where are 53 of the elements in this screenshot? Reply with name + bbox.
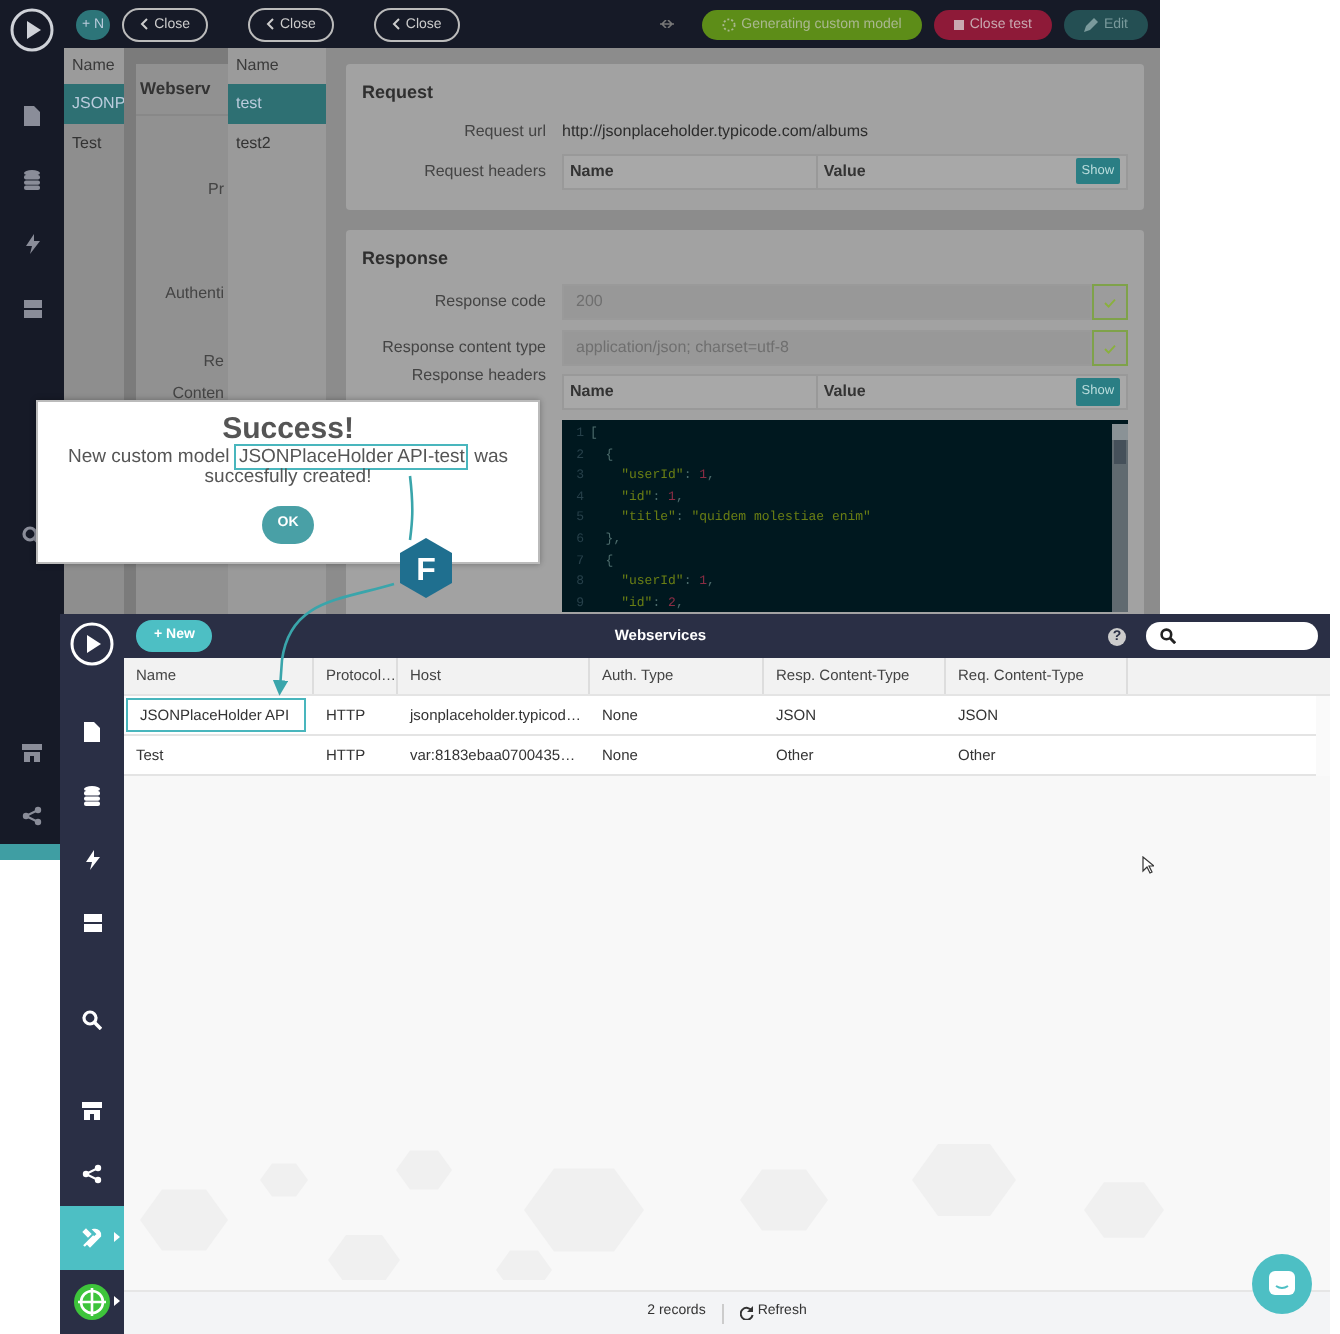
column-header: Value — [821, 380, 868, 404]
column-header: Name — [64, 48, 124, 84]
chevron-left-icon — [266, 18, 274, 30]
server-icon[interactable] — [23, 299, 41, 317]
store-icon[interactable] — [22, 744, 42, 762]
column-header: Name — [564, 376, 818, 408]
share-icon[interactable] — [22, 806, 42, 826]
dialog-message: New custom model JSONPlaceHolder API-test was succesfully created! — [66, 447, 510, 491]
caret-right-icon — [114, 1296, 120, 1307]
field-label: Pr — [206, 177, 226, 202]
card-title: Request — [362, 80, 436, 106]
list-item[interactable]: test2 — [228, 124, 326, 164]
column-header: Value — [821, 159, 868, 183]
stop-icon — [953, 19, 964, 29]
chevron-left-icon — [391, 18, 400, 30]
bolt-icon[interactable] — [25, 234, 39, 254]
dialog-title: Success! — [222, 414, 354, 447]
file-icon[interactable] — [24, 106, 40, 126]
url-text: http://jsonplaceholder.typicode.com/albums — [562, 119, 868, 143]
scrollbar[interactable] — [1112, 424, 1128, 612]
field-label: Response content type — [380, 336, 546, 360]
chevron-left-icon — [140, 18, 149, 30]
list-item[interactable]: test — [228, 84, 326, 124]
compress-icon — [659, 20, 674, 28]
field-label: Response code — [432, 290, 546, 314]
server-icon[interactable] — [83, 914, 101, 933]
spinner-icon — [721, 17, 736, 31]
search-icon — [1160, 628, 1176, 644]
cursor-icon — [1142, 856, 1154, 874]
play-icon[interactable] — [10, 8, 54, 52]
search-field[interactable] — [1146, 622, 1318, 650]
field-label: Authenti — [163, 281, 226, 306]
database-icon[interactable] — [84, 785, 100, 806]
store-icon[interactable] — [82, 1101, 102, 1120]
field-label: Request url — [462, 119, 546, 143]
list-item[interactable]: Test — [64, 124, 124, 164]
search-icon[interactable] — [82, 1010, 102, 1031]
refresh-icon — [739, 1306, 754, 1320]
card-title: Response — [362, 245, 451, 272]
sidebar-item[interactable] — [0, 844, 64, 860]
column-header: Name — [564, 155, 818, 187]
bolt-icon[interactable] — [85, 849, 99, 870]
list-item[interactable]: JSONP — [64, 84, 124, 124]
logo-badge: F — [396, 536, 456, 600]
file-icon[interactable] — [84, 721, 100, 742]
field-label: Conten — [170, 381, 226, 406]
avatar-icon[interactable] — [74, 1284, 110, 1321]
field-label: Request headers — [422, 159, 546, 183]
chat-icon — [1268, 1270, 1296, 1298]
field-label: Re — [201, 349, 226, 374]
caret-right-icon — [114, 1232, 120, 1243]
pencil-icon — [1083, 17, 1098, 31]
field-label: Response headers — [409, 364, 546, 388]
